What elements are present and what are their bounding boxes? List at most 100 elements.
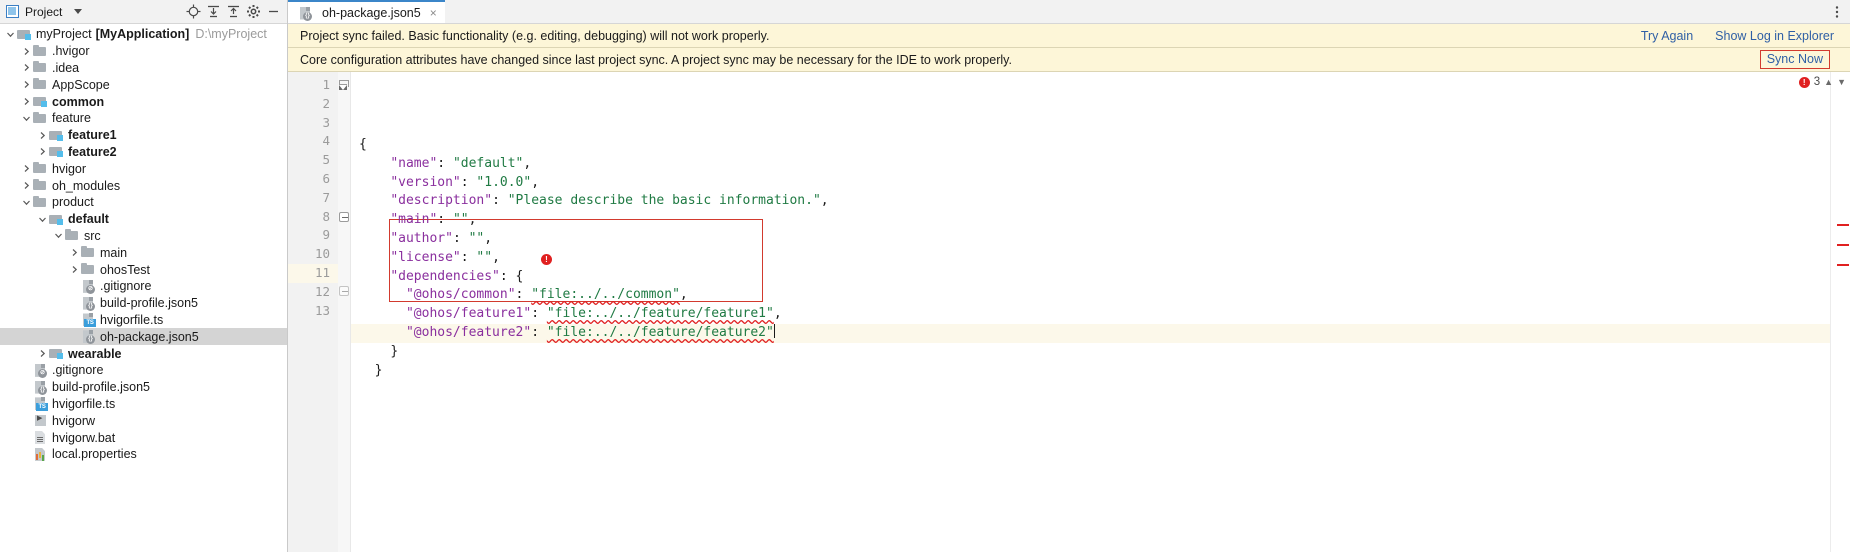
chevron-right-icon[interactable] <box>36 347 49 360</box>
tree-item-feature[interactable]: feature <box>0 110 287 127</box>
error-count-indicator[interactable]: ! 3 ▲ ▼ <box>1798 76 1846 88</box>
tree-item-common[interactable]: common <box>0 93 287 110</box>
tree-item-oh-package-json5[interactable]: {} oh-package.json5 <box>0 328 287 346</box>
code-line[interactable]: "version": "1.0.0", <box>351 174 1850 193</box>
chevron-down-icon[interactable] <box>20 112 33 125</box>
line-number: 10 <box>314 246 330 262</box>
chevron-right-icon[interactable] <box>20 162 33 175</box>
tree-item-build-profile-json5[interactable]: {} build-profile.json5 <box>0 295 287 312</box>
code-line[interactable]: } <box>351 343 1850 362</box>
tree-item-src[interactable]: src <box>0 228 287 245</box>
chevron-up-icon[interactable]: ▲ <box>1824 77 1833 87</box>
tree-item-build-profile-json5[interactable]: {} build-profile.json5 <box>0 379 287 396</box>
expand-all-icon[interactable] <box>203 2 223 22</box>
code-line[interactable]: "name": "default", <box>351 155 1850 174</box>
tree-item-main[interactable]: main <box>0 244 287 261</box>
code-line[interactable]: } <box>351 362 1850 381</box>
tree-item-label: hvigorw.bat <box>52 430 116 445</box>
show-log-in-explorer-link[interactable]: Show Log in Explorer <box>1715 29 1834 43</box>
tree-item-ohostest[interactable]: ohosTest <box>0 261 287 278</box>
chevron-right-icon[interactable] <box>20 179 33 192</box>
tree-item-local-properties[interactable]: local.properties <box>0 446 287 463</box>
fold-collapse-icon[interactable] <box>339 80 349 91</box>
tree-item-hvigor[interactable]: hvigor <box>0 160 287 177</box>
chevron-down-icon[interactable] <box>52 229 65 242</box>
settings-gear-icon[interactable] <box>243 2 263 22</box>
tree-item-hvigorw-bat[interactable]: hvigorw.bat <box>0 429 287 446</box>
code-content[interactable]: ! { "name": "default", "version": "1.0.0… <box>351 72 1850 552</box>
close-icon[interactable]: × <box>430 6 437 20</box>
folder-icon <box>65 228 80 243</box>
code-line[interactable]: "@ohos/feature2": "file:../../feature/fe… <box>351 323 1850 343</box>
tree-item-gitignore[interactable]: ⊘ .gitignore <box>0 362 287 379</box>
fold-slot[interactable] <box>338 76 350 95</box>
tab-oh-package-json5[interactable]: {} oh-package.json5 × <box>288 0 445 23</box>
fold-slot[interactable] <box>338 283 350 302</box>
tree-item-feature1[interactable]: feature1 <box>0 127 287 144</box>
code-line[interactable]: "author": "", <box>351 230 1850 249</box>
tree-item-label: myProject <box>36 27 92 42</box>
tree-item-hvigorfile-ts[interactable]: TS hvigorfile.ts <box>0 396 287 413</box>
code-line[interactable]: "description": "Please describe the basi… <box>351 192 1850 211</box>
collapse-all-icon[interactable] <box>223 2 243 22</box>
fold-slot <box>338 264 350 283</box>
code-line[interactable]: "dependencies": { <box>351 268 1850 287</box>
code-line[interactable]: "license": "", <box>351 249 1850 268</box>
error-marker[interactable] <box>1837 244 1849 246</box>
gitignore-file-icon: ⊘ <box>81 279 96 294</box>
tree-item-wearable[interactable]: wearable <box>0 345 287 362</box>
tree-item-hvigorfile-ts[interactable]: TS hvigorfile.ts <box>0 312 287 329</box>
folder-icon <box>33 111 48 126</box>
tree-item-feature2[interactable]: feature2 <box>0 144 287 161</box>
inspection-strip[interactable] <box>1830 72 1850 552</box>
tree-item-product[interactable]: product <box>0 194 287 211</box>
fold-collapse-icon[interactable] <box>339 285 349 296</box>
fold-slot <box>338 151 350 170</box>
tree-item-idea[interactable]: .idea <box>0 60 287 77</box>
chevron-right-icon[interactable] <box>36 129 49 142</box>
tree-item-gitignore[interactable]: ⊘ .gitignore <box>0 278 287 295</box>
chevron-down-icon[interactable] <box>36 213 49 226</box>
code-editor[interactable]: 1 2 3 4 5 6 7 8 9 10 11 12 13 ! { "name": "default",… <box>288 72 1850 552</box>
error-marker[interactable] <box>1837 224 1849 226</box>
project-file-tree[interactable]: myProject [MyApplication] D:\myProject .hvi… <box>0 24 287 552</box>
code-line[interactable]: { <box>351 136 1850 155</box>
module-folder-icon <box>33 94 48 109</box>
chevron-right-icon[interactable] <box>20 78 33 91</box>
fold-slot[interactable] <box>338 208 350 227</box>
minimize-icon[interactable] <box>263 2 283 22</box>
try-again-link[interactable]: Try Again <box>1641 29 1693 43</box>
module-folder-icon <box>49 212 64 227</box>
tree-item-myproject[interactable]: myProject [MyApplication] D:\myProject <box>0 26 287 43</box>
folder-icon <box>33 44 48 59</box>
chevron-right-icon[interactable] <box>20 95 33 108</box>
project-panel-header[interactable]: Project <box>6 5 83 19</box>
config-changed-actions: Sync Now <box>1759 50 1840 69</box>
error-marker[interactable] <box>1837 264 1849 266</box>
json5-badge: {} <box>303 11 312 21</box>
tree-item-default[interactable]: default <box>0 211 287 228</box>
code-line[interactable]: "main": "", <box>351 211 1850 230</box>
chevron-right-icon[interactable] <box>20 61 33 74</box>
tabbar-options[interactable] <box>1830 0 1850 23</box>
chevron-right-icon[interactable] <box>36 145 49 158</box>
chevron-right-icon[interactable] <box>68 263 81 276</box>
fold-collapse-icon[interactable] <box>339 211 349 222</box>
chevron-down-icon[interactable]: ▼ <box>1837 77 1846 87</box>
tree-item-hvigorw[interactable]: hvigorw <box>0 412 287 429</box>
chevron-down-icon[interactable] <box>4 28 17 41</box>
tree-item-label: AppScope <box>52 77 110 92</box>
line-number: 7 <box>322 189 330 205</box>
locate-target-icon[interactable] <box>183 2 203 22</box>
code-fold-gutter[interactable] <box>338 72 351 552</box>
code-line[interactable]: "@ohos/common": "file:../../common", <box>351 286 1850 305</box>
tree-item-hvigor[interactable]: .hvigor <box>0 43 287 60</box>
code-line[interactable]: "@ohos/feature1": "file:../../feature/fe… <box>351 305 1850 324</box>
sync-now-button[interactable]: Sync Now <box>1767 52 1823 66</box>
chevron-down-icon[interactable] <box>74 9 83 14</box>
chevron-right-icon[interactable] <box>20 45 33 58</box>
chevron-down-icon[interactable] <box>20 196 33 209</box>
tree-item-appscope[interactable]: AppScope <box>0 76 287 93</box>
tree-item-oh-modules[interactable]: oh_modules <box>0 177 287 194</box>
chevron-right-icon[interactable] <box>68 246 81 259</box>
